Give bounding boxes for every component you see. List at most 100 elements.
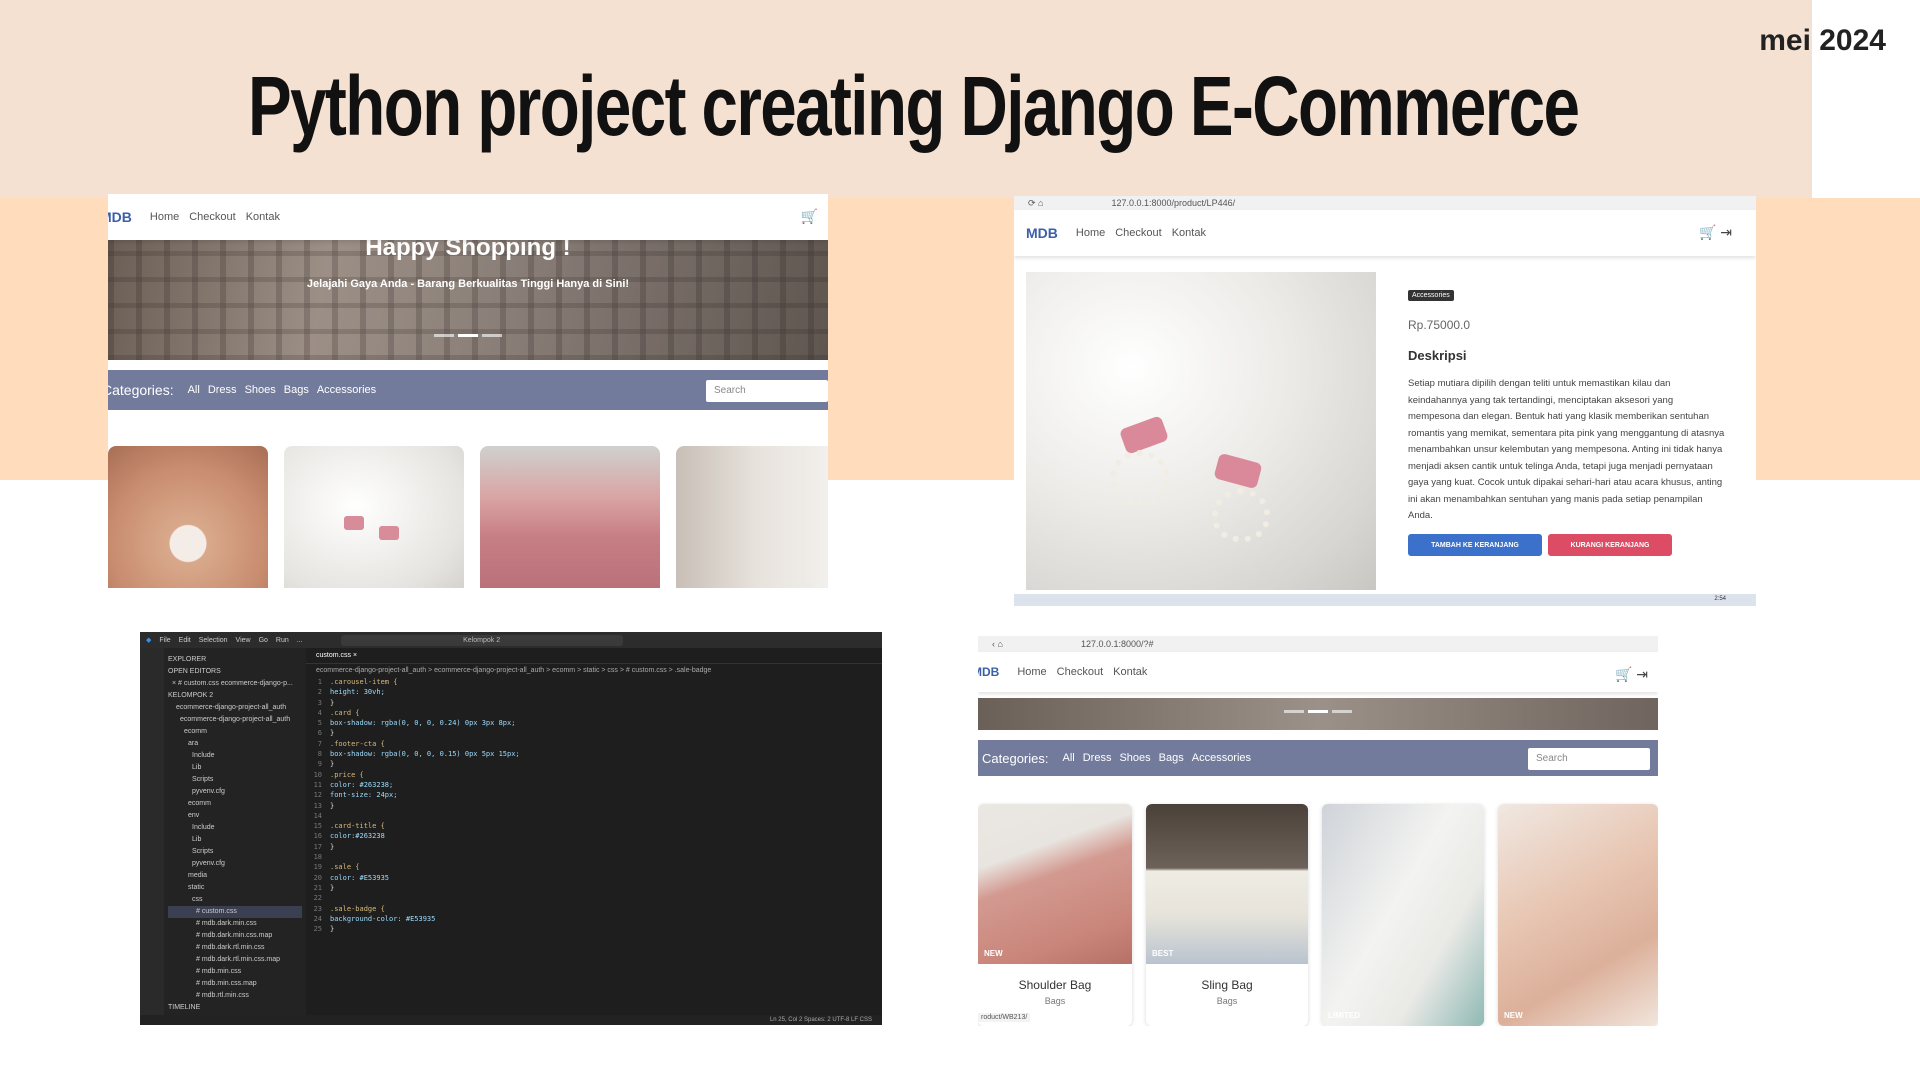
product-earrings-image[interactable] bbox=[284, 446, 464, 588]
nav-kontak[interactable]: Kontak bbox=[246, 211, 280, 223]
explorer-item[interactable]: media bbox=[168, 870, 302, 882]
explorer-item[interactable]: css bbox=[168, 894, 302, 906]
code-line[interactable]: 18 bbox=[306, 852, 882, 862]
category-shoes[interactable]: Shoes bbox=[245, 384, 276, 396]
explorer-item[interactable]: # mdb.min.css.map bbox=[168, 978, 302, 990]
browser-url-bar[interactable]: ⟳ ⌂ 127.0.0.1:8000/product/LP446/ bbox=[1014, 196, 1756, 210]
brand-logo[interactable]: MDB bbox=[108, 209, 132, 225]
code-line[interactable]: 5 box-shadow: rgba(0, 0, 0, 0.24) 0px 3px… bbox=[306, 718, 882, 728]
explorer-item[interactable]: ecommerce-django-project-all_auth bbox=[168, 714, 302, 726]
explorer-item[interactable]: TIMELINE bbox=[168, 1002, 302, 1014]
add-to-cart-button[interactable]: TAMBAH KE KERANJANG bbox=[1408, 534, 1542, 556]
explorer-item[interactable]: static bbox=[168, 882, 302, 894]
code-line[interactable]: 17} bbox=[306, 842, 882, 852]
explorer-item[interactable]: # custom.css bbox=[168, 906, 302, 918]
explorer-item[interactable]: ecomm bbox=[168, 798, 302, 810]
product-card[interactable]: NEW bbox=[1498, 804, 1658, 1026]
code-line[interactable]: 13} bbox=[306, 801, 882, 811]
code-line[interactable]: 1 .carousel-item { bbox=[306, 677, 882, 687]
explorer-item[interactable]: KELOMPOK 2 bbox=[168, 690, 302, 702]
product-dress-image[interactable] bbox=[480, 446, 660, 588]
code-line[interactable]: 8 box-shadow: rgba(0, 0, 0, 0.15) 0px 5px… bbox=[306, 749, 882, 759]
code-line[interactable]: 2 height: 30vh; bbox=[306, 687, 882, 697]
explorer-item[interactable]: pyvenv.cfg bbox=[168, 858, 302, 870]
cart-icon[interactable]: 🛒 bbox=[801, 208, 818, 225]
menu-file[interactable]: File bbox=[159, 637, 170, 644]
explorer-item[interactable]: Lib bbox=[168, 762, 302, 774]
nav-kontak[interactable]: Kontak bbox=[1113, 666, 1147, 678]
explorer-item[interactable]: Scripts bbox=[168, 774, 302, 786]
product-card[interactable]: LIMITED bbox=[1322, 804, 1484, 1026]
explorer-item[interactable]: # mdb.dark.min.css bbox=[168, 918, 302, 930]
product-card[interactable]: NEW Shoulder Bag Bags roduct/WB213/ bbox=[978, 804, 1132, 1026]
nav-checkout[interactable]: Checkout bbox=[1115, 227, 1161, 239]
category-accessories[interactable]: Accessories bbox=[317, 384, 376, 396]
explorer-item[interactable]: ara bbox=[168, 738, 302, 750]
explorer-item[interactable]: # mdb.dark.min.css.map bbox=[168, 930, 302, 942]
hero-carousel[interactable] bbox=[978, 698, 1658, 730]
code-editor[interactable]: custom.css × ecommerce-django-project-al… bbox=[306, 648, 882, 1015]
explorer-item[interactable]: env bbox=[168, 810, 302, 822]
explorer-item[interactable]: pyvenv.cfg bbox=[168, 786, 302, 798]
product-name[interactable]: Shoulder Bag bbox=[978, 978, 1132, 992]
explorer-item[interactable]: OPEN EDITORS bbox=[168, 666, 302, 678]
menu-more[interactable]: ... bbox=[297, 637, 303, 644]
explorer-item[interactable]: EXPLORER bbox=[168, 654, 302, 666]
explorer-item[interactable]: Include bbox=[168, 750, 302, 762]
code-line[interactable]: 21} bbox=[306, 883, 882, 893]
search-input[interactable]: Search bbox=[1528, 748, 1650, 770]
explorer-item[interactable]: # mdb.dark.rtl.min.css.map bbox=[168, 954, 302, 966]
nav-home[interactable]: Home bbox=[1017, 666, 1046, 678]
url-text[interactable]: 127.0.0.1:8000/?# bbox=[1081, 639, 1154, 649]
category-bags[interactable]: Bags bbox=[284, 384, 309, 396]
menu-go[interactable]: Go bbox=[259, 637, 268, 644]
code-line[interactable]: 15 .card-title { bbox=[306, 821, 882, 831]
code-line[interactable]: 16 color:#263238 bbox=[306, 831, 882, 841]
product-white-dress-image[interactable] bbox=[676, 446, 828, 588]
explorer-item[interactable]: # mdb.dark.rtl.min.css bbox=[168, 942, 302, 954]
category-shoes[interactable]: Shoes bbox=[1119, 752, 1150, 764]
explorer-item[interactable]: Lib bbox=[168, 834, 302, 846]
code-line[interactable]: 4 .card { bbox=[306, 708, 882, 718]
explorer-item[interactable]: Scripts bbox=[168, 846, 302, 858]
url-text[interactable]: 127.0.0.1:8000/product/LP446/ bbox=[1111, 198, 1235, 208]
nav-checkout[interactable]: Checkout bbox=[189, 211, 235, 223]
explorer-item[interactable]: Include bbox=[168, 822, 302, 834]
explorer-item[interactable]: # mdb.rtl.min.css bbox=[168, 990, 302, 1002]
cart-icon[interactable]: 🛒 ⇥ bbox=[1699, 224, 1732, 241]
nav-checkout[interactable]: Checkout bbox=[1057, 666, 1103, 678]
brand-logo[interactable]: MDB bbox=[978, 665, 999, 679]
code-line[interactable]: 19 .sale { bbox=[306, 862, 882, 872]
code-line[interactable]: 23 .sale-badge { bbox=[306, 904, 882, 914]
remove-from-cart-button[interactable]: KURANGI KERANJANG bbox=[1548, 534, 1672, 556]
product-card[interactable]: BEST Sling Bag Bags bbox=[1146, 804, 1308, 1026]
category-accessories[interactable]: Accessories bbox=[1192, 752, 1251, 764]
code-line[interactable]: 14 bbox=[306, 811, 882, 821]
menu-edit[interactable]: Edit bbox=[179, 637, 191, 644]
menu-view[interactable]: View bbox=[236, 637, 251, 644]
carousel-indicators[interactable] bbox=[108, 324, 828, 342]
product-name[interactable]: Sling Bag bbox=[1146, 978, 1308, 992]
command-search[interactable]: Kelompok 2 bbox=[340, 634, 623, 646]
product-necklace-image[interactable] bbox=[108, 446, 268, 588]
explorer-item[interactable]: ecomm bbox=[168, 726, 302, 738]
code-line[interactable]: 11 color: #263238; bbox=[306, 780, 882, 790]
code-line[interactable]: 22 bbox=[306, 893, 882, 903]
explorer-item[interactable]: × # custom.css ecommerce-django-p... bbox=[168, 678, 302, 690]
category-all[interactable]: All bbox=[188, 384, 200, 396]
code-line[interactable]: 9} bbox=[306, 759, 882, 769]
code-line[interactable]: 12 font-size: 24px; bbox=[306, 790, 882, 800]
browser-url-bar[interactable]: ‹ ⌂ 127.0.0.1:8000/?# bbox=[978, 636, 1658, 652]
code-line[interactable]: 20 color: #E53935 bbox=[306, 873, 882, 883]
search-input[interactable]: Search bbox=[706, 380, 828, 402]
code-line[interactable]: 24 background-color: #E53935 bbox=[306, 914, 882, 924]
code-line[interactable]: 25} bbox=[306, 924, 882, 934]
nav-kontak[interactable]: Kontak bbox=[1172, 227, 1206, 239]
category-dress[interactable]: Dress bbox=[1083, 752, 1112, 764]
category-all[interactable]: All bbox=[1062, 752, 1074, 764]
code-lines[interactable]: 1 .carousel-item {2 height: 30vh; 3} 4 .card… bbox=[306, 677, 882, 934]
category-dress[interactable]: Dress bbox=[208, 384, 237, 396]
explorer-item[interactable]: # mdb.min.css bbox=[168, 966, 302, 978]
explorer-item[interactable]: ecommerce-django-project-all_auth bbox=[168, 702, 302, 714]
category-bags[interactable]: Bags bbox=[1159, 752, 1184, 764]
